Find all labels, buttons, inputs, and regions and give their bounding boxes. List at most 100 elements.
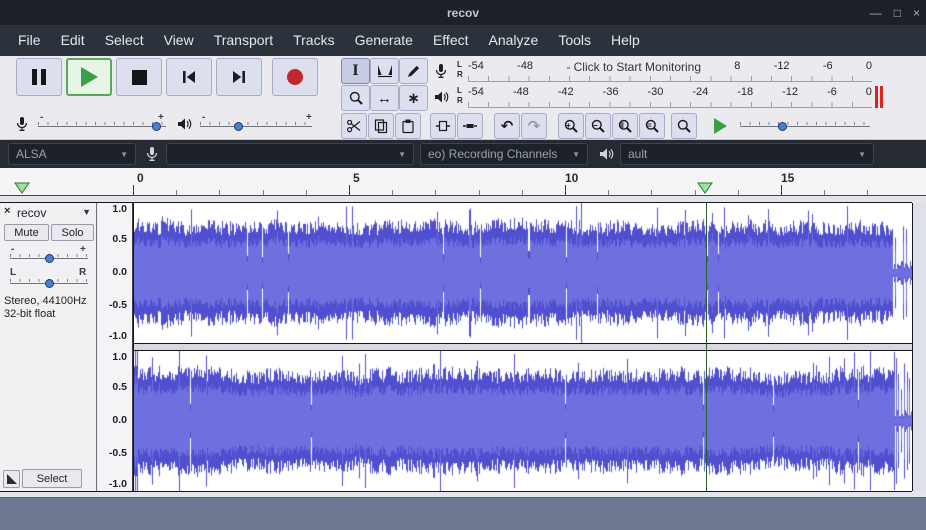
mute-button[interactable]: Mute (4, 224, 49, 241)
silence-icon (462, 118, 478, 134)
window-title: recov (447, 6, 479, 20)
gain-slider[interactable] (10, 254, 88, 264)
zoom-toggle-button[interactable] (671, 113, 697, 139)
vertical-scale-ruler[interactable]: 1.0 0.5 0.0 -0.5 -1.0 1.0 0.5 0.0 -0.5 -… (98, 203, 133, 491)
play-scale--30: -30 (648, 86, 664, 98)
playback-device-dropdown[interactable]: ault ▼ (620, 143, 874, 165)
menu-file[interactable]: File (8, 25, 51, 56)
waveform-channel-right[interactable] (134, 351, 912, 491)
play-speed-slider[interactable] (740, 122, 870, 132)
fit-project-button[interactable]: = (639, 113, 665, 139)
playhead-line (706, 203, 707, 491)
audio-host-dropdown[interactable]: ALSA ▼ (8, 143, 136, 165)
play-at-speed-button[interactable] (704, 114, 736, 138)
record-meter-scale[interactable]: -54 -48 - Click to Start Monitoring 8 -1… (468, 60, 872, 74)
fit-selection-sign: ‖ (620, 121, 624, 130)
menu-transport[interactable]: Transport (204, 25, 283, 56)
fit-selection-button[interactable]: ‖ (612, 113, 638, 139)
undo-button[interactable]: ↶ (494, 113, 520, 139)
pan-thumb[interactable] (45, 279, 54, 288)
track-close-button[interactable]: × (4, 205, 10, 217)
skip-to-end-button[interactable] (216, 58, 262, 96)
playback-device-value: ault (628, 147, 647, 161)
play-button[interactable] (66, 58, 112, 96)
minimize-button[interactable]: — (870, 6, 882, 20)
stop-button[interactable] (116, 58, 162, 96)
playback-device-speaker-icon (598, 146, 614, 162)
waveform-channel-left[interactable] (134, 203, 912, 343)
envelope-tool-button[interactable] (370, 58, 399, 84)
pan-slider[interactable] (10, 279, 88, 289)
pause-button[interactable] (16, 58, 62, 96)
playhead-marker-icon[interactable] (697, 182, 713, 194)
play-speed-thumb[interactable] (778, 122, 787, 131)
recording-device-dropdown[interactable]: ▼ (166, 143, 414, 165)
zoom-tool-button[interactable] (341, 85, 370, 111)
record-button[interactable] (272, 58, 318, 96)
multi-tool-button[interactable]: ∗ (399, 85, 428, 111)
zoom-out-button[interactable]: − (585, 113, 611, 139)
zoom-in-button[interactable]: + (558, 113, 584, 139)
maximize-button[interactable]: □ (894, 6, 901, 20)
skip-to-start-button[interactable] (166, 58, 212, 96)
timeline-ruler[interactable]: 0 5 10 15 (0, 168, 926, 196)
gain-thumb[interactable] (45, 254, 54, 263)
play-scale--24: -24 (692, 86, 708, 98)
track-control-panel[interactable]: × recov ▼ Mute Solo - + L R Stereo, 4410… (0, 203, 97, 491)
monitoring-text[interactable]: - Click to Start Monitoring (566, 60, 701, 74)
recording-volume-slider[interactable] (38, 122, 166, 132)
trim-audio-button[interactable] (430, 113, 456, 139)
draw-tool-button[interactable] (399, 58, 428, 84)
recording-volume-thumb[interactable] (152, 122, 161, 131)
pencil-icon (406, 63, 422, 79)
status-bar (0, 497, 926, 530)
menu-view[interactable]: View (154, 25, 204, 56)
paste-button[interactable] (395, 113, 421, 139)
zoom-out-sign: − (593, 121, 598, 130)
menu-tracks[interactable]: Tracks (283, 25, 344, 56)
cut-button[interactable] (341, 113, 367, 139)
playback-volume-thumb[interactable] (234, 122, 243, 131)
timeline-label-15: 15 (781, 171, 794, 185)
menu-edit[interactable]: Edit (51, 25, 95, 56)
record-meter-bar[interactable] (468, 76, 872, 82)
silence-audio-button[interactable] (457, 113, 483, 139)
chevron-down-icon: ▼ (114, 150, 128, 159)
vruler-ch1--0.5: -0.5 (109, 299, 127, 311)
menu-tools[interactable]: Tools (548, 25, 601, 56)
record-scale-remnant: 8 (734, 60, 740, 74)
solo-button[interactable]: Solo (51, 224, 94, 241)
menu-help[interactable]: Help (601, 25, 650, 56)
pinned-play-head-icon[interactable] (14, 182, 30, 194)
collapse-track-button[interactable] (3, 470, 20, 488)
playback-meter-scale[interactable]: -54 -48 -42 -36 -30 -24 -18 -12 -6 0 (468, 86, 872, 98)
menu-generate[interactable]: Generate (345, 25, 423, 56)
pause-icon (32, 69, 46, 85)
menu-analyze[interactable]: Analyze (479, 25, 549, 56)
track-name[interactable]: recov (17, 206, 46, 220)
selection-tool-button[interactable]: I (341, 58, 370, 84)
ruler-tick (738, 190, 739, 195)
record-scale--54: -54 (468, 60, 484, 74)
vertical-scrollbar[interactable] (913, 203, 926, 491)
copy-button[interactable] (368, 113, 394, 139)
toolbar: I ↔ ∗ L R -54 -48 - Click to Start Monit… (0, 56, 926, 140)
select-track-button[interactable]: Select (22, 469, 82, 488)
recording-channels-dropdown[interactable]: eo) Recording Channels ▼ (420, 143, 588, 165)
stop-icon (132, 70, 147, 85)
track-menu-caret-icon[interactable]: ▼ (82, 207, 91, 217)
track-waveform[interactable] (134, 203, 912, 491)
record-meter-mic-icon (433, 63, 449, 79)
redo-button[interactable]: ↷ (521, 113, 547, 139)
zoom-in-sign: + (566, 121, 571, 130)
timeshift-tool-button[interactable]: ↔ (370, 85, 399, 111)
recording-device-mic-icon (144, 146, 160, 162)
menu-select[interactable]: Select (95, 25, 154, 56)
playback-meter-bar[interactable] (468, 102, 872, 108)
track-info: Stereo, 44100Hz 32-bit float (4, 295, 87, 321)
ruler-tick (435, 190, 436, 195)
menu-effect[interactable]: Effect (423, 25, 479, 56)
ruler-tick (608, 190, 609, 195)
close-button[interactable]: × (913, 6, 920, 20)
playback-volume-slider[interactable] (200, 122, 312, 132)
